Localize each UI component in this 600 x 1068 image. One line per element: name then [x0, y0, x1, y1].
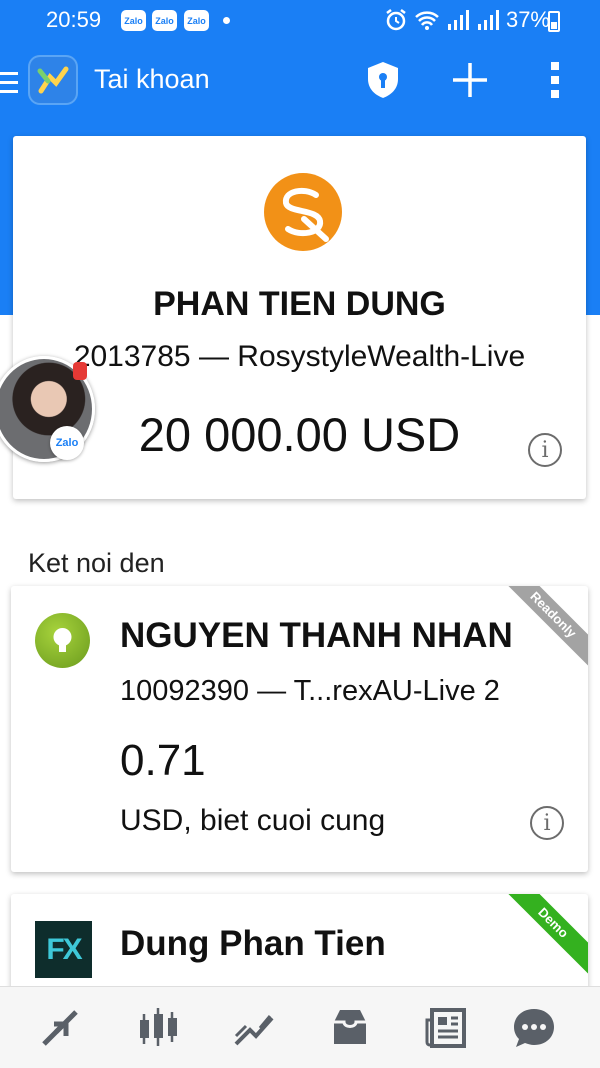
- quotes-icon[interactable]: [37, 1005, 83, 1051]
- bottom-navigation: [0, 986, 600, 1068]
- broker-logo: FX: [35, 921, 92, 978]
- account-holder-name: NGUYEN THANH NHAN: [120, 616, 513, 655]
- wifi-icon: [415, 11, 439, 30]
- account-balance: 0.71: [120, 736, 206, 785]
- page-title: Tai khoan: [94, 64, 210, 94]
- signal-icon: [447, 10, 469, 30]
- current-account-card[interactable]: PHAN TIEN DUNG 2013785 — RosystyleWealth…: [13, 136, 586, 499]
- battery-percent: 37%: [505, 7, 550, 32]
- account-number-server: 2013785 — RosystyleWealth-Live: [73, 340, 526, 373]
- section-label: Ket noi den: [28, 548, 165, 573]
- zalo-notification-icon: Zalo: [152, 10, 177, 31]
- trade-icon[interactable]: [231, 1005, 277, 1051]
- account-balance: 20 000.00 USD: [138, 408, 461, 461]
- balance-currency-note: USD, biet cuoi cung: [120, 804, 386, 837]
- account-number-server: 10092390 — T...rexAU-Live 2: [120, 675, 500, 707]
- account-holder-name: PHAN TIEN DUNG: [153, 285, 446, 323]
- account-holder-name: Dung Phan Tien: [120, 924, 386, 963]
- news-icon[interactable]: [423, 1005, 469, 1051]
- broker-logo-text: FX: [46, 932, 82, 966]
- menu-icon[interactable]: [0, 72, 18, 96]
- broker-logo: [35, 613, 90, 668]
- status-time: 20:59: [46, 7, 102, 32]
- unread-badge: [73, 362, 87, 380]
- zalo-app-icon: Zalo: [50, 426, 84, 460]
- info-icon[interactable]: i: [530, 806, 564, 840]
- battery-icon: [548, 11, 560, 32]
- zalo-notification-icon: Zalo: [184, 10, 209, 31]
- add-icon[interactable]: [451, 61, 489, 99]
- account-card[interactable]: Readonly NGUYEN THANH NHAN 10092390 — T.…: [11, 586, 588, 872]
- app-bar: Tai khoan: [0, 40, 600, 130]
- status-bar: 20:59 Zalo Zalo Zalo 37%: [0, 0, 600, 40]
- info-icon[interactable]: i: [528, 433, 562, 467]
- demo-ribbon: Demo: [492, 894, 588, 984]
- broker-logo: [264, 173, 342, 251]
- app-logo: [28, 55, 78, 105]
- more-options-icon[interactable]: [549, 62, 561, 102]
- zalo-chat-bubble[interactable]: Zalo: [0, 356, 95, 462]
- signal-icon: [477, 10, 499, 30]
- alarm-icon: [386, 9, 406, 31]
- shield-icon[interactable]: [364, 60, 402, 100]
- zalo-notification-icon: Zalo: [121, 10, 146, 31]
- chart-icon[interactable]: [135, 1005, 181, 1051]
- history-icon[interactable]: [327, 1005, 373, 1051]
- more-notifications-icon: [223, 17, 230, 24]
- chat-icon[interactable]: [511, 1005, 557, 1051]
